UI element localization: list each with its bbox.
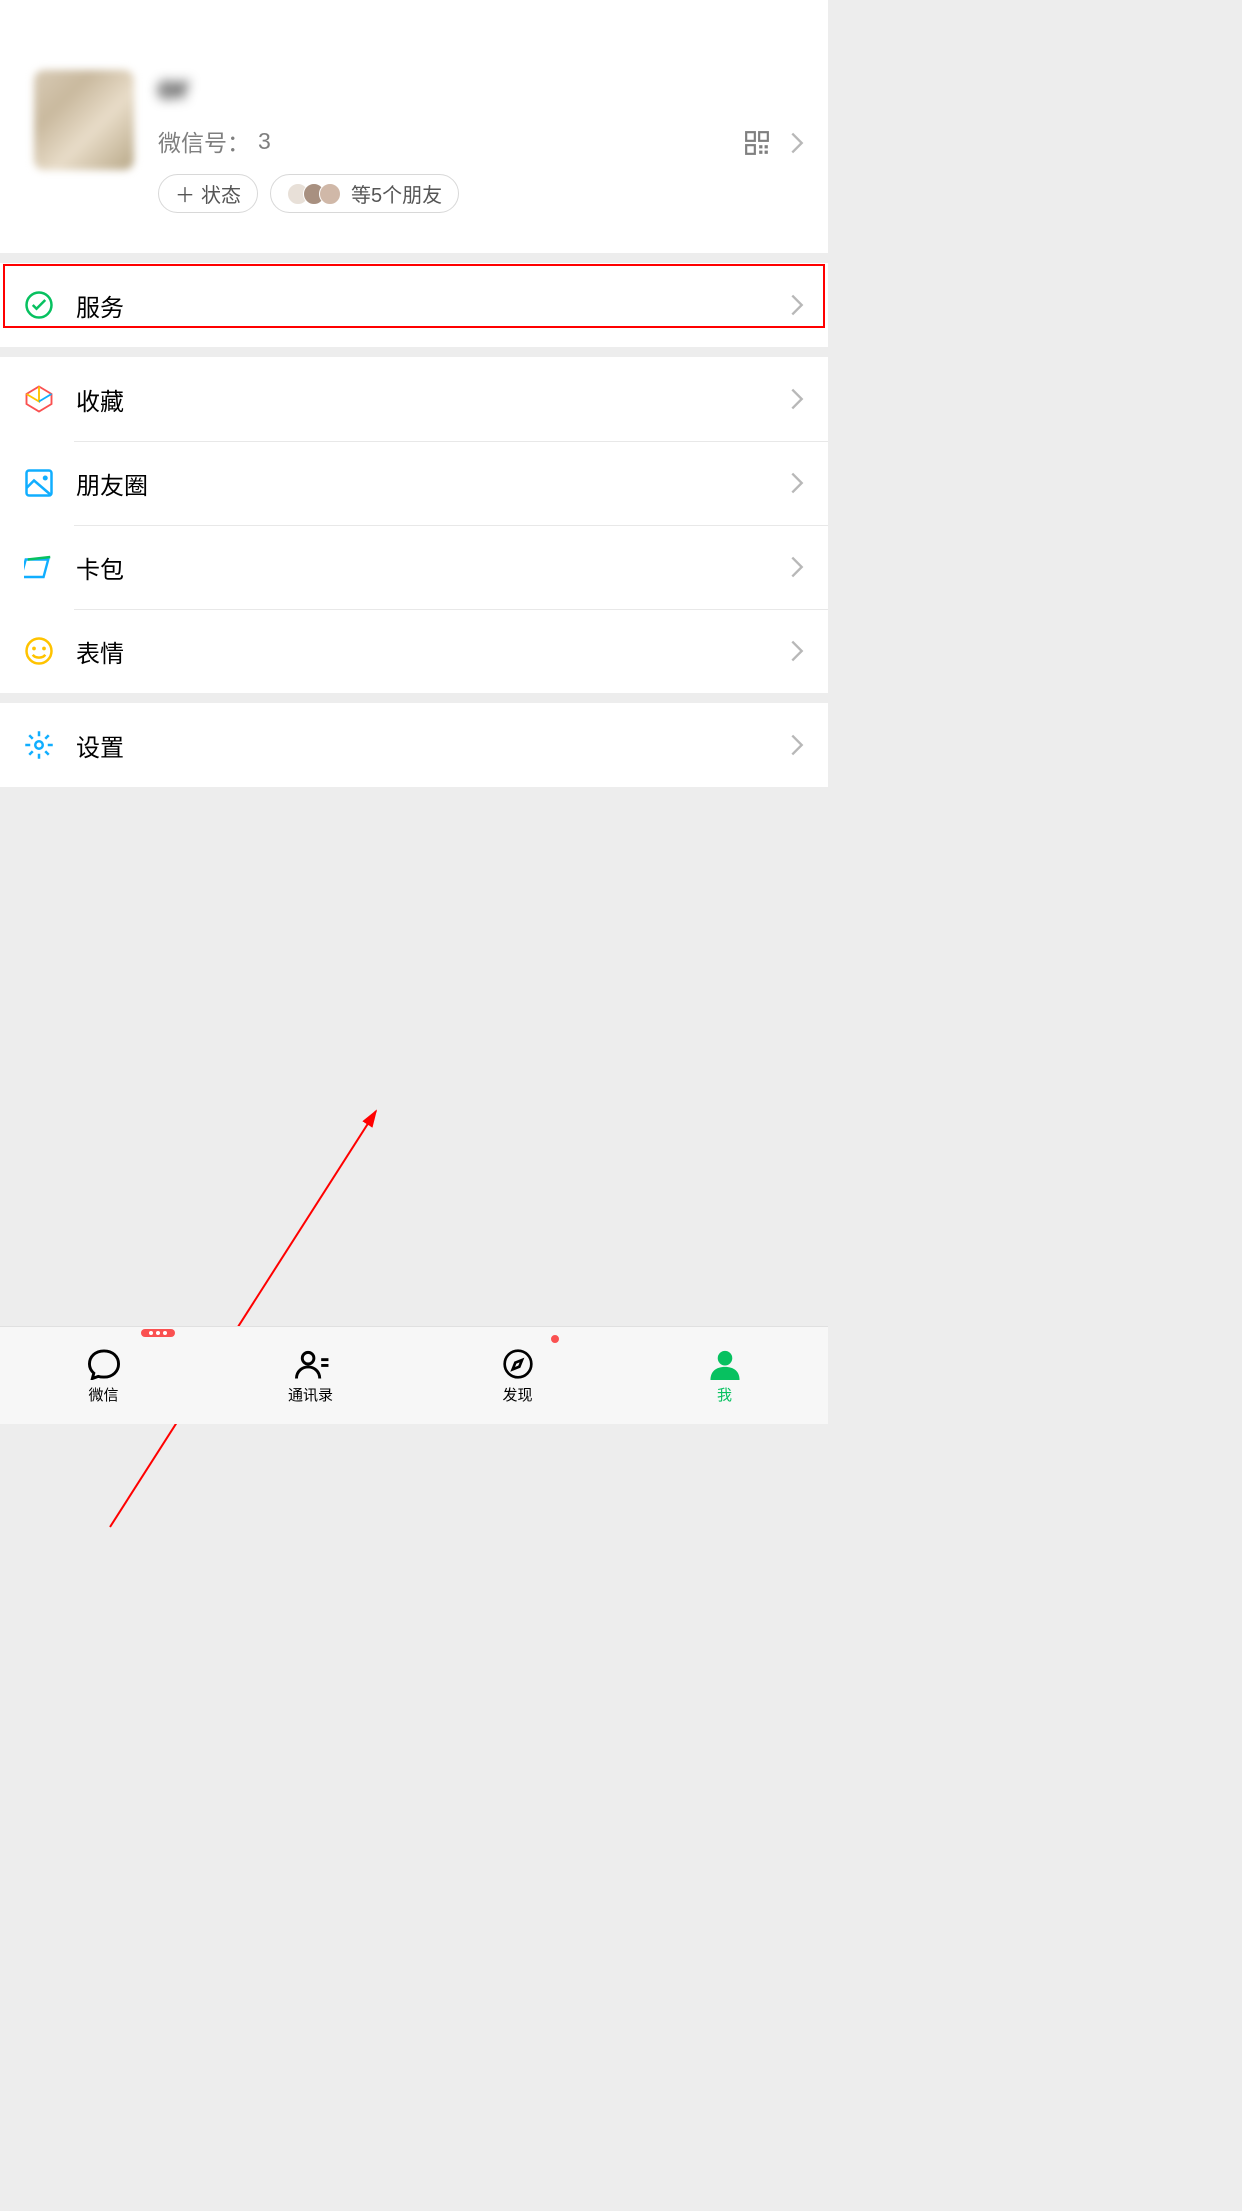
menu-label: 收藏 (76, 382, 790, 417)
chevron-right-icon (790, 388, 804, 410)
menu-item-settings[interactable]: 设置 (0, 703, 828, 787)
menu-item-cards[interactable]: 卡包 (0, 525, 828, 609)
menu-group-main: 收藏 朋友圈 卡包 (0, 357, 828, 693)
services-icon (24, 290, 54, 320)
tab-contacts[interactable]: 通讯录 (207, 1327, 414, 1424)
moments-icon (24, 468, 54, 498)
chevron-right-icon (790, 472, 804, 494)
friends-label: 等5个朋友 (351, 179, 442, 208)
profile-section[interactable]: or 微信号： 3 ＋ 状态 等5个朋友 (0, 0, 828, 253)
stickers-icon (24, 636, 54, 666)
nickname: or (158, 70, 189, 106)
menu-label: 表情 (76, 634, 790, 669)
menu-label: 设置 (76, 728, 790, 763)
chevron-right-icon (790, 294, 804, 316)
qrcode-icon[interactable] (744, 130, 770, 156)
menu-label: 服务 (76, 288, 790, 323)
menu-group-services: 服务 (0, 263, 828, 347)
menu-item-stickers[interactable]: 表情 (0, 609, 828, 693)
wechat-id-suffix: 3 (258, 128, 271, 155)
me-icon (705, 1346, 745, 1382)
status-row: ＋ 状态 等5个朋友 (158, 174, 804, 213)
avatar[interactable] (34, 70, 134, 170)
menu-label: 朋友圈 (76, 466, 790, 501)
status-label: 状态 (201, 179, 241, 208)
badge-unread (141, 1329, 175, 1337)
settings-icon (24, 730, 54, 760)
menu-item-moments[interactable]: 朋友圈 (0, 441, 828, 525)
friend-avatar (319, 183, 341, 205)
friends-status-button[interactable]: 等5个朋友 (270, 174, 459, 213)
cards-icon (24, 552, 54, 582)
menu-label: 卡包 (76, 550, 790, 585)
tab-bar: 微信 通讯录 发现 我 (0, 1326, 828, 1424)
menu-item-services[interactable]: 服务 (0, 263, 828, 347)
favorites-icon (24, 384, 54, 414)
chevron-right-icon (790, 734, 804, 756)
profile-info: or 微信号： 3 ＋ 状态 等5个朋友 (158, 70, 804, 213)
tab-me[interactable]: 我 (621, 1327, 828, 1424)
tab-label: 发现 (502, 1384, 532, 1405)
profile-actions (744, 130, 804, 156)
tab-wechat[interactable]: 微信 (0, 1327, 207, 1424)
chevron-right-icon (790, 132, 804, 154)
chevron-right-icon (790, 556, 804, 578)
wechat-id-row: 微信号： 3 (158, 124, 804, 158)
badge-dot (549, 1333, 561, 1345)
tab-discover[interactable]: 发现 (414, 1327, 621, 1424)
wechat-id-label: 微信号： (158, 124, 250, 158)
annotation-arrow (0, 787, 828, 2211)
plus-icon: ＋ (175, 179, 195, 208)
tab-label: 微信 (88, 1384, 118, 1405)
menu-item-favorites[interactable]: 收藏 (0, 357, 828, 441)
friend-avatars (287, 183, 341, 205)
chevron-right-icon (790, 640, 804, 662)
tab-label: 我 (717, 1384, 732, 1405)
menu-group-settings: 设置 (0, 703, 828, 787)
chat-icon (84, 1346, 124, 1382)
discover-icon (498, 1346, 538, 1382)
tab-label: 通讯录 (288, 1384, 333, 1405)
status-button[interactable]: ＋ 状态 (158, 174, 258, 213)
contacts-icon (291, 1346, 331, 1382)
